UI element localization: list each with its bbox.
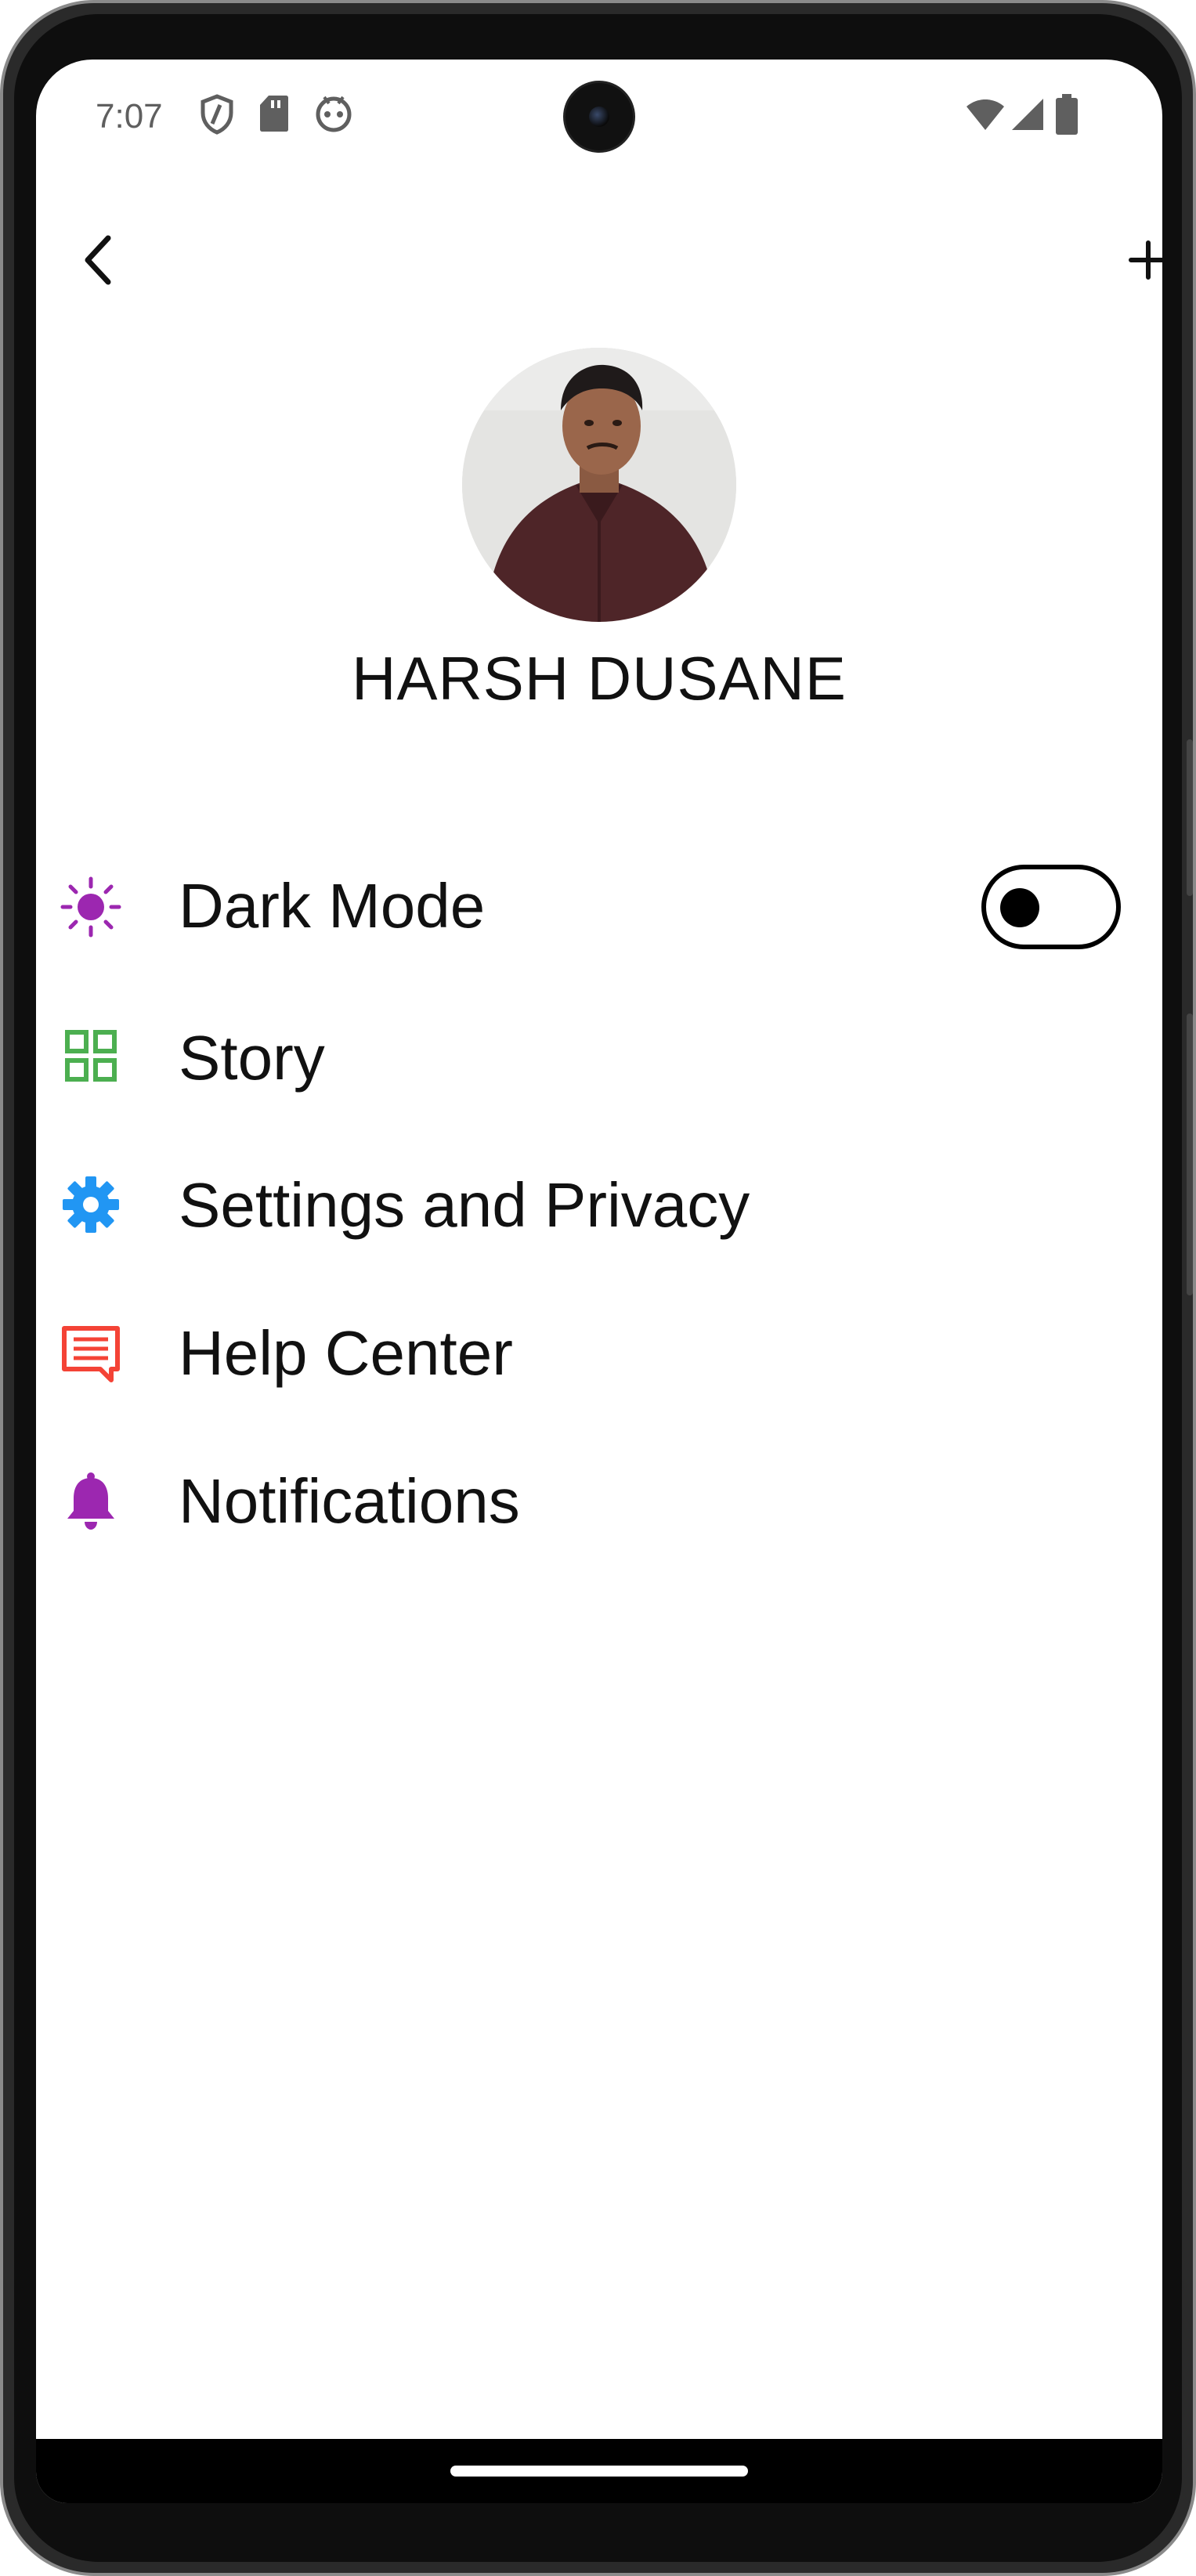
- help-center-label: Help Center: [179, 1318, 513, 1388]
- back-button[interactable]: [67, 216, 130, 302]
- menu-item-story[interactable]: Story: [36, 1014, 1162, 1132]
- navigation-bar: [36, 2439, 1162, 2503]
- signal-icon: [1012, 99, 1043, 130]
- avatar[interactable]: [462, 348, 736, 622]
- android-icon: [316, 96, 352, 132]
- screen: 7:07 HARSH DUSANE Dark Mode Story Settin…: [36, 60, 1162, 2503]
- dark-mode-toggle[interactable]: [981, 865, 1121, 949]
- volume-button: [1187, 1013, 1193, 1295]
- phone-frame: 7:07 HARSH DUSANE Dark Mode Story Settin…: [0, 0, 1196, 2576]
- grid-icon: [65, 1030, 117, 1082]
- menu-item-dark-mode[interactable]: Dark Mode: [36, 848, 1162, 966]
- status-time: 7:07: [96, 97, 163, 135]
- home-indicator[interactable]: [450, 2466, 748, 2477]
- shield-icon: [201, 94, 233, 135]
- add-button[interactable]: [1115, 216, 1162, 302]
- menu-item-settings-privacy[interactable]: Settings and Privacy: [36, 1162, 1162, 1279]
- toggle-knob: [1000, 888, 1039, 927]
- menu-item-help-center[interactable]: Help Center: [36, 1310, 1162, 1427]
- bell-icon: [67, 1472, 114, 1530]
- sd-card-icon: [260, 96, 288, 132]
- sun-icon: [60, 876, 121, 938]
- dark-mode-label: Dark Mode: [179, 871, 486, 941]
- menu-item-notifications[interactable]: Notifications: [36, 1458, 1162, 1575]
- power-button: [1187, 739, 1193, 896]
- wifi-icon: [967, 99, 1004, 130]
- profile-name: HARSH DUSANE: [352, 644, 847, 713]
- front-camera: [565, 83, 633, 150]
- notifications-label: Notifications: [179, 1466, 520, 1536]
- profile-photo: [462, 348, 736, 622]
- chat-icon: [62, 1326, 120, 1382]
- battery-icon: [1056, 94, 1078, 135]
- gear-icon: [63, 1176, 119, 1233]
- story-label: Story: [179, 1023, 325, 1093]
- settings-privacy-label: Settings and Privacy: [179, 1170, 750, 1240]
